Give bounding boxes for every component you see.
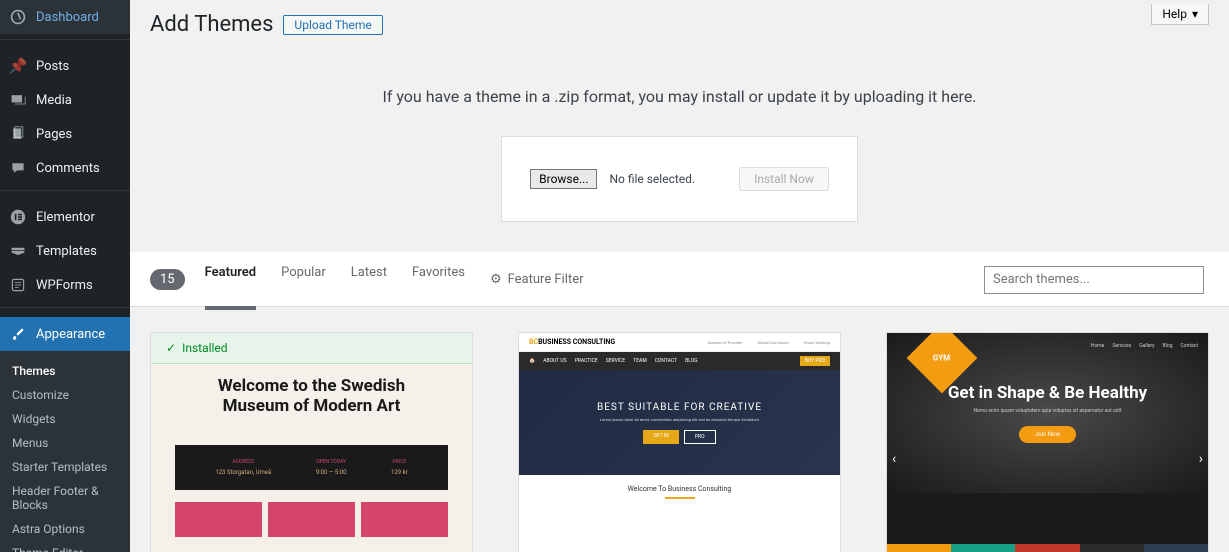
gear-icon: ⚙: [490, 272, 502, 287]
sidebar-label: Pages: [36, 127, 72, 142]
theme-preview: BCBUSINESS CONSULTING Number of Provider…: [519, 333, 840, 538]
sidebar-item-elementor[interactable]: Elementor: [0, 200, 130, 234]
comment-icon: [8, 158, 28, 178]
sidebar-item-pages[interactable]: Pages: [0, 117, 130, 151]
main-content: Help ▾ Add Themes Upload Theme If you ha…: [130, 0, 1229, 552]
sidebar-item-wpforms[interactable]: WPForms: [0, 268, 130, 302]
templates-icon: [8, 241, 28, 261]
chevron-down-icon: ▾: [1192, 7, 1198, 21]
upload-message: If you have a theme in a .zip format, yo…: [150, 87, 1209, 106]
submenu-starter-templates[interactable]: Starter Templates: [0, 455, 130, 479]
wpforms-icon: [8, 275, 28, 295]
sidebar-item-appearance[interactable]: Appearance: [0, 317, 130, 351]
tab-popular[interactable]: Popular: [281, 265, 326, 294]
tab-favorites[interactable]: Favorites: [412, 265, 465, 294]
upload-box: Browse... No file selected. Install Now: [501, 136, 858, 222]
sidebar-label: Posts: [36, 59, 69, 74]
admin-sidebar: Dashboard 📌 Posts Media Pages Comments E…: [0, 0, 130, 552]
page-title: Add Themes: [150, 12, 273, 37]
submenu-header-footer[interactable]: Header Footer & Blocks: [0, 479, 130, 517]
sidebar-label: WPForms: [36, 278, 93, 293]
sidebar-item-templates[interactable]: Templates: [0, 234, 130, 268]
page-icon: [8, 124, 28, 144]
sidebar-item-dashboard[interactable]: Dashboard: [0, 0, 130, 34]
install-now-button[interactable]: Install Now: [739, 167, 829, 191]
theme-card[interactable]: BCBUSINESS CONSULTING Number of Provider…: [518, 332, 841, 552]
sidebar-label: Appearance: [36, 327, 105, 342]
submenu-menus[interactable]: Menus: [0, 431, 130, 455]
tab-latest[interactable]: Latest: [351, 265, 387, 294]
search-themes-input[interactable]: [984, 266, 1204, 294]
prev-arrow-icon: ‹: [887, 451, 901, 467]
submenu-themes[interactable]: Themes: [0, 359, 130, 383]
theme-count: 15: [150, 269, 185, 290]
help-tab[interactable]: Help ▾: [1151, 4, 1209, 25]
theme-card[interactable]: ✓ Installed Welcome to the Swedish Museu…: [150, 332, 473, 552]
sidebar-label: Templates: [36, 244, 97, 259]
submenu-astra-options[interactable]: Astra Options: [0, 517, 130, 541]
submenu-theme-editor[interactable]: Theme Editor: [0, 541, 130, 552]
upload-theme-button[interactable]: Upload Theme: [283, 15, 382, 35]
installed-badge: ✓ Installed: [151, 333, 472, 364]
sidebar-label: Dashboard: [36, 10, 99, 25]
theme-preview: Get in Shape & Be Healthy Nemo enim ipsa…: [887, 333, 1208, 552]
tab-featured[interactable]: Featured: [205, 265, 257, 310]
submenu-customize[interactable]: Customize: [0, 383, 130, 407]
sidebar-label: Comments: [36, 161, 100, 176]
media-icon: [8, 90, 28, 110]
sidebar-item-media[interactable]: Media: [0, 83, 130, 117]
sidebar-label: Elementor: [36, 210, 95, 225]
file-status: No file selected.: [609, 172, 695, 186]
theme-card[interactable]: Get in Shape & Be Healthy Nemo enim ipsa…: [886, 332, 1209, 552]
elementor-icon: [8, 207, 28, 227]
browse-button[interactable]: Browse...: [530, 169, 597, 189]
sidebar-item-comments[interactable]: Comments: [0, 151, 130, 185]
upload-panel: If you have a theme in a .zip format, yo…: [150, 47, 1209, 252]
theme-preview: Welcome to the Swedish Museum of Modern …: [151, 364, 472, 552]
next-arrow-icon: ›: [1194, 451, 1208, 467]
theme-grid: ✓ Installed Welcome to the Swedish Museu…: [150, 307, 1209, 552]
appearance-submenu: Themes Customize Widgets Menus Starter T…: [0, 351, 130, 552]
sidebar-label: Media: [36, 93, 72, 108]
sidebar-item-posts[interactable]: 📌 Posts: [0, 49, 130, 83]
feature-filter[interactable]: ⚙ Feature Filter: [490, 272, 584, 287]
filter-bar: 15 Featured Popular Latest Favorites ⚙ F…: [130, 252, 1229, 307]
dashboard-icon: [8, 7, 28, 27]
pin-icon: 📌: [8, 56, 28, 76]
brush-icon: [8, 324, 28, 344]
check-icon: ✓: [166, 341, 176, 355]
submenu-widgets[interactable]: Widgets: [0, 407, 130, 431]
